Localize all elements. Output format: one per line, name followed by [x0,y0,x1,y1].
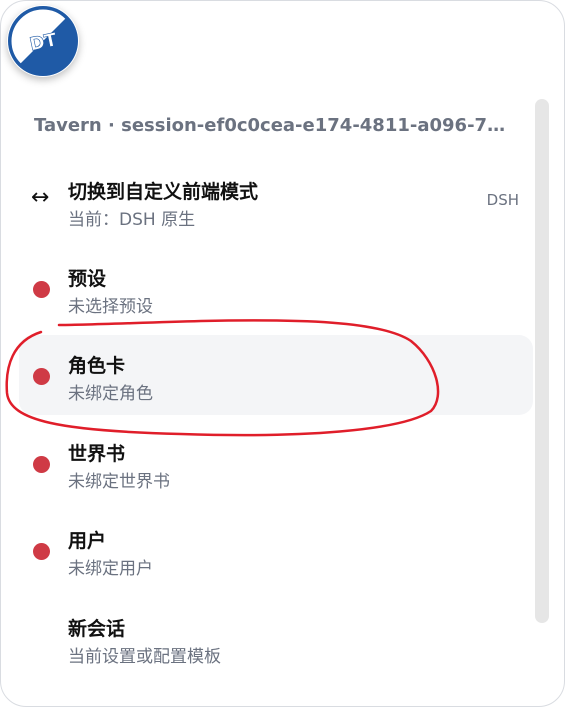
session-title: Tavern · session-ef0c0cea-e174-4811-a096… [34,115,510,136]
item-subtitle: 当前：DSH 原生 [68,210,196,230]
switch-frontend-mode-item[interactable]: ↔ 切换到自定义前端模式 当前：DSH 原生 DSH [19,161,533,241]
status-dot-icon [33,281,50,298]
item-subtitle: 未绑定角色 [68,384,153,404]
logo-icon: DT [8,6,78,76]
item-title: 新会话 [68,618,126,640]
item-subtitle: 未选择预设 [68,297,153,317]
item-title: 切换到自定义前端模式 [68,181,259,203]
item-title: 预设 [68,268,107,290]
item-title: 用户 [68,530,107,552]
item-title: 世界书 [68,443,126,465]
character-card-item[interactable]: 角色卡 未绑定角色 [19,335,533,415]
item-subtitle: 当前设置或配置模板 [68,647,221,667]
session-menu-panel: DT Tavern · session-ef0c0cea-e174-4811-a… [0,0,565,707]
scrollbar[interactable] [535,99,549,623]
status-dot-icon [33,456,50,473]
new-session-item[interactable]: 新会话 当前设置或配置模板 [19,598,533,678]
swap-arrows-icon: ↔ [31,185,50,210]
status-dot-icon [33,368,50,385]
status-dot-icon [33,543,50,560]
preset-item[interactable]: 预设 未选择预设 [19,248,533,328]
mode-badge: DSH [486,191,519,209]
user-item[interactable]: 用户 未绑定用户 [19,510,533,590]
item-subtitle: 未绑定用户 [68,559,153,579]
item-subtitle: 未绑定世界书 [68,472,170,492]
item-title: 角色卡 [68,355,126,377]
worldbook-item[interactable]: 世界书 未绑定世界书 [19,423,533,503]
app-logo[interactable]: DT [7,5,79,77]
